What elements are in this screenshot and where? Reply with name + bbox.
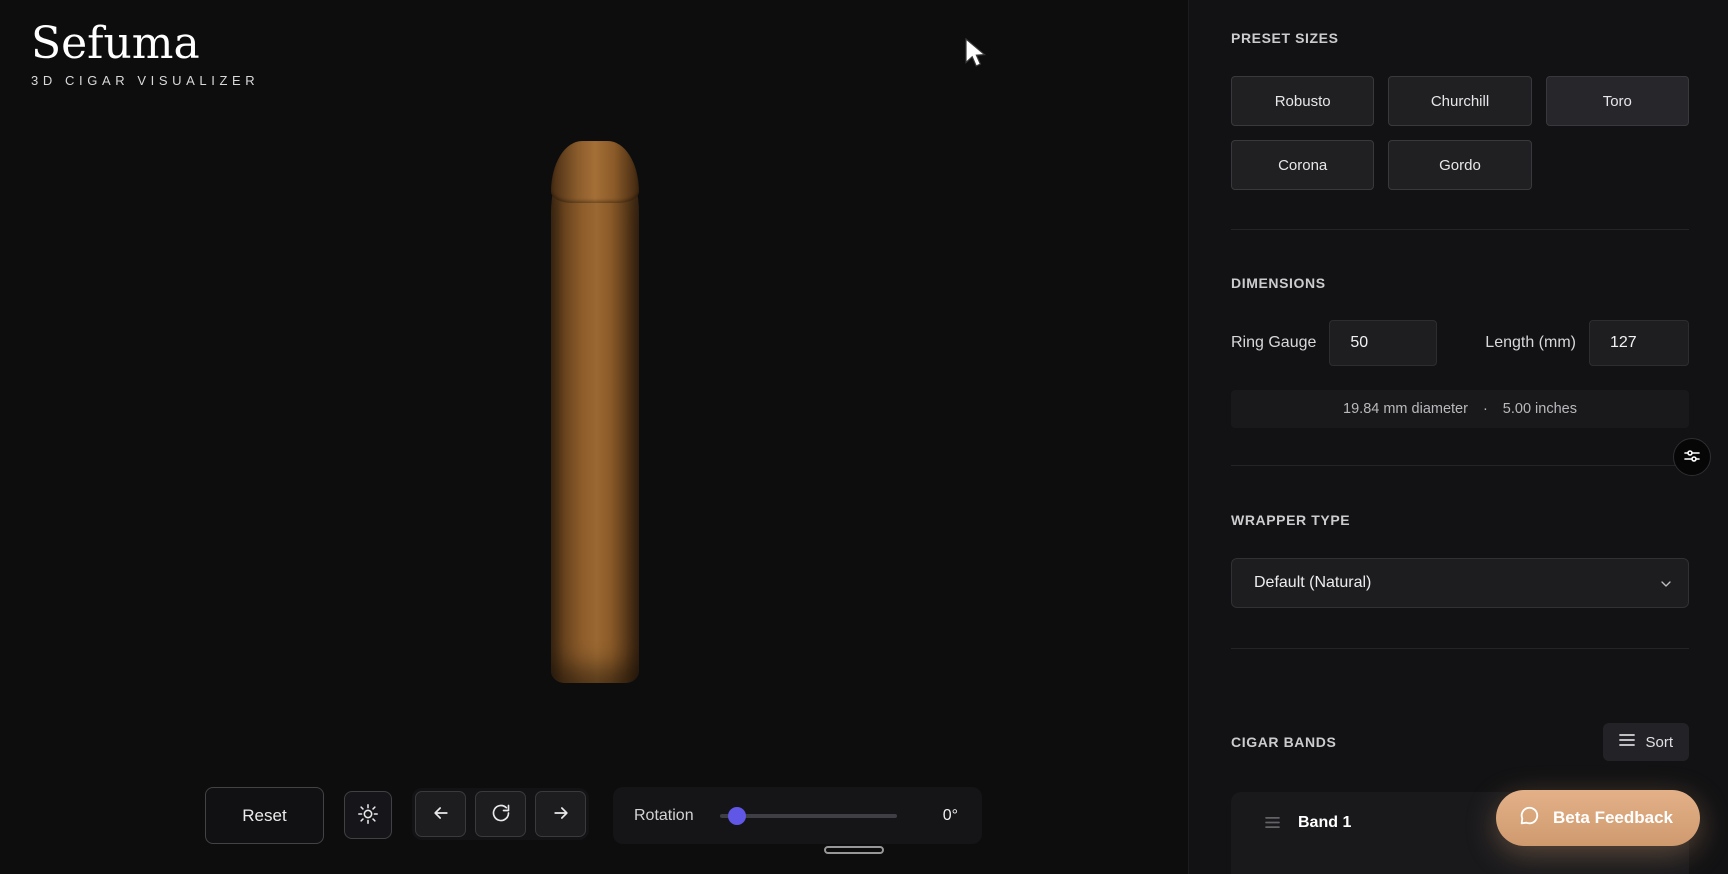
wrapper-type-value: Default (Natural) [1254,574,1372,591]
rotation-slider-thumb[interactable] [727,806,746,825]
reset-button-label: Reset [242,805,287,825]
rotation-panel: Rotation 0° [613,787,982,844]
refresh-icon [491,803,511,826]
speech-bubble-icon [1518,805,1540,832]
wrapper-type-select[interactable]: Default (Natural) [1231,558,1689,608]
dimensions-row: Ring Gauge Length (mm) [1231,320,1689,366]
preset-label: Gordo [1439,156,1481,174]
inches-text: 5.00 inches [1502,401,1577,417]
sidebar-toggle-button[interactable] [1673,438,1711,476]
divider [1231,465,1689,466]
rotate-right-button[interactable] [535,791,586,837]
wrapper-type-heading: WRAPPER TYPE [1231,512,1351,528]
preset-sizes-section: PRESET SIZES Robusto Churchill Toro Coro… [1231,30,1689,190]
arrow-left-icon [431,803,451,826]
length-input[interactable] [1589,320,1689,366]
band-item-label: Band 1 [1298,814,1352,831]
cigar-3d-model[interactable] [551,141,639,683]
drag-handle-icon[interactable] [1265,816,1280,834]
preset-grid: Robusto Churchill Toro Corona Gordo [1231,76,1689,190]
preset-corona-button[interactable]: Corona [1231,140,1375,190]
dimensions-heading: DIMENSIONS [1231,275,1326,291]
reset-button[interactable]: Reset [205,787,324,844]
summary-separator: · [1482,401,1488,417]
divider [1231,229,1689,230]
preset-churchill-button[interactable]: Churchill [1388,76,1532,126]
cigar-cap [551,141,639,203]
dimensions-summary: 19.84 mm diameter · 5.00 inches [1231,390,1689,428]
viewer-canvas[interactable]: Sefuma 3D CIGAR VISUALIZER Reset Rotatio… [0,0,1188,874]
rotation-slider[interactable] [719,806,897,825]
settings-sidebar: PRESET SIZES Robusto Churchill Toro Coro… [1188,0,1728,874]
ring-gauge-input[interactable] [1329,320,1438,366]
brand-tagline: 3D CIGAR VISUALIZER [31,73,260,89]
diameter-text: 19.84 mm diameter [1343,401,1468,417]
sun-icon [357,803,379,828]
sort-button[interactable]: Sort [1603,723,1689,761]
hamburger-icon [1619,733,1636,751]
sliders-icon [1684,448,1700,467]
preset-label: Robusto [1274,92,1331,110]
app-logo: Sefuma 3D CIGAR VISUALIZER [31,18,260,89]
beta-feedback-button[interactable]: Beta Feedback [1496,790,1700,846]
ring-gauge-label: Ring Gauge [1231,334,1317,351]
preset-label: Toro [1602,92,1632,110]
length-group: Length (mm) [1485,320,1689,366]
rotate-step-group [412,788,589,840]
wrapper-type-section: WRAPPER TYPE Default (Natural) [1231,512,1689,608]
beta-feedback-label: Beta Feedback [1553,808,1673,827]
ring-gauge-group: Ring Gauge [1231,320,1438,366]
panel-drag-handle[interactable] [824,846,884,854]
sort-button-label: Sort [1645,733,1673,751]
dimensions-section: DIMENSIONS Ring Gauge Length (mm) 19.84 … [1231,275,1689,428]
lighting-button[interactable] [344,791,392,839]
rotation-label: Rotation [634,806,694,824]
preset-toro-button[interactable]: Toro [1545,76,1689,126]
preset-gordo-button[interactable]: Gordo [1388,140,1532,190]
brand-name: Sefuma [31,18,200,69]
cigar-bands-header: CIGAR BANDS Sort [1231,723,1689,761]
chevron-down-icon [1658,576,1674,597]
mouse-cursor [963,37,987,75]
length-label: Length (mm) [1485,334,1576,351]
cigar-bands-heading: CIGAR BANDS [1231,734,1337,750]
preset-robusto-button[interactable]: Robusto [1231,76,1375,126]
divider [1231,648,1689,649]
rotation-value: 0° [942,806,958,824]
preset-sizes-heading: PRESET SIZES [1231,30,1339,46]
rotate-left-button[interactable] [415,791,466,837]
preset-label: Corona [1278,156,1328,174]
reset-rotation-button[interactable] [475,791,526,837]
arrow-right-icon [551,803,571,826]
preset-label: Churchill [1430,92,1490,110]
